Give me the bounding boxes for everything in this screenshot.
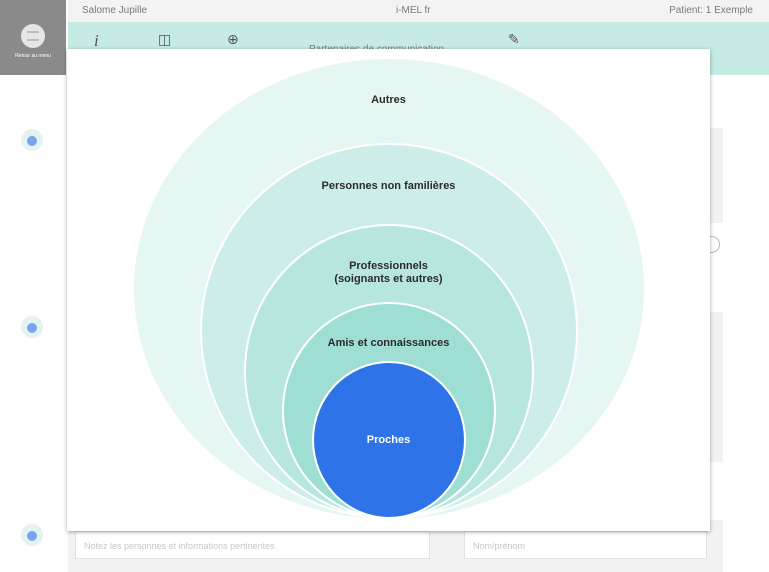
section-icon <box>21 524 43 546</box>
back-to-menu-button[interactable]: Retour au menu <box>10 20 56 70</box>
section-icon <box>21 129 43 151</box>
left-nav: Retour au menu <box>0 0 66 75</box>
ring-label-proches: Proches <box>366 434 411 446</box>
ring-label-amis-et-connaissances: Amis et connaissances <box>327 337 450 349</box>
notes-field[interactable]: Notez les personnes et informations pert… <box>75 531 430 559</box>
app-name: i-MEL fr <box>396 5 431 16</box>
menu-label: Retour au menu <box>15 53 51 59</box>
communication-partners-modal: Autres Personnes non familières Professi… <box>67 49 710 531</box>
name-field[interactable]: Nom/prénom <box>464 531 707 559</box>
section-icon <box>21 316 43 338</box>
user-name: Salome Jupille <box>82 5 148 16</box>
book-icon[interactable]: ◫ <box>158 31 171 48</box>
grid-icon <box>21 24 45 48</box>
patient-name: Patient: 1 Exemple <box>669 5 753 16</box>
zoom-icon[interactable]: ⊕ <box>227 31 239 48</box>
edit-icon[interactable]: ✎ <box>508 31 520 48</box>
top-bar: Salome Jupille i-MEL fr Patient: 1 Exemp… <box>68 0 769 22</box>
ring-label-personnes-non-familieres: Personnes non familières <box>321 180 456 192</box>
info-icon[interactable]: i <box>94 31 99 51</box>
ring-label-autres: Autres <box>371 94 406 106</box>
ring-label-professionnels: Professionnels (soignants et autres) <box>334 260 443 285</box>
